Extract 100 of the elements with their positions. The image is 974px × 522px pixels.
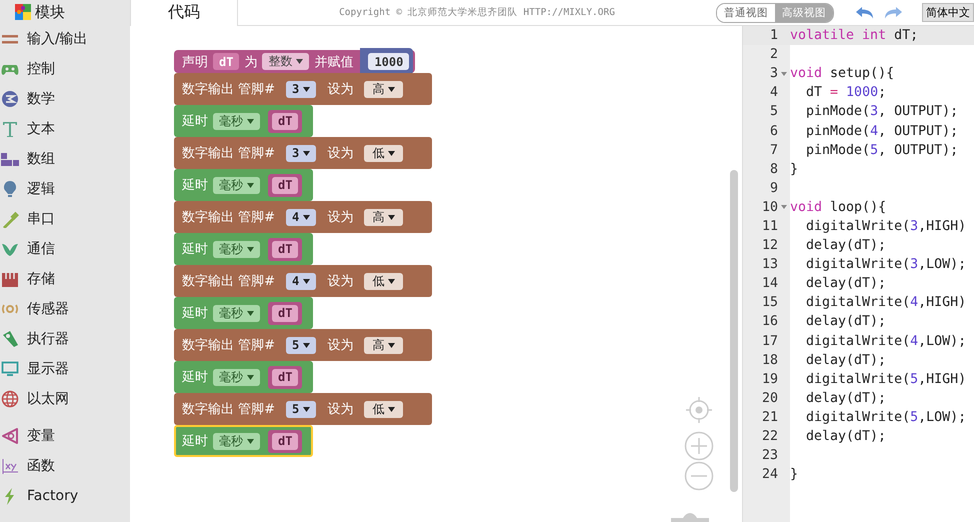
sidebar-item[interactable]: 显示器 — [0, 354, 130, 384]
unit-dropdown[interactable]: 毫秒 — [213, 432, 260, 450]
level-dropdown[interactable]: 高 — [364, 208, 404, 226]
block-label: 延时 — [182, 113, 208, 130]
dropdown-arrow-icon[interactable] — [247, 118, 254, 124]
sidebar-item[interactable]: 传感器 — [0, 294, 130, 324]
sidebar-item[interactable]: 文本 — [0, 114, 130, 144]
delay-block[interactable]: 延时 毫秒 dT — [174, 297, 313, 329]
variable-field[interactable]: dT — [272, 368, 298, 386]
sidebar-item[interactable]: Factory — [0, 481, 130, 511]
variable-field[interactable]: dT — [272, 176, 298, 194]
unit-dropdown[interactable]: 毫秒 — [213, 112, 260, 130]
dropdown-arrow-icon[interactable] — [303, 278, 310, 284]
code-line: dT = 1000; — [805, 85, 886, 100]
dropdown-arrow-icon[interactable] — [247, 246, 254, 252]
level-dropdown[interactable]: 低 — [364, 400, 404, 418]
sidebar-item[interactable]: 以太网 — [0, 384, 130, 414]
variable-block[interactable]: dT — [268, 238, 302, 260]
level-dropdown[interactable]: 高 — [364, 80, 404, 98]
delay-block[interactable]: 延时 毫秒 dT — [174, 105, 313, 137]
sidebar-item[interactable]: 逻辑 — [0, 174, 130, 204]
delay-block[interactable]: 延时 毫秒 dT — [174, 361, 313, 393]
variable-block[interactable]: dT — [268, 110, 302, 132]
variable-block[interactable]: dT — [268, 366, 302, 388]
block-label: 设为 — [327, 401, 354, 418]
sidebar-item[interactable]: 数学 — [0, 84, 130, 114]
block-label: 设为 — [327, 145, 354, 162]
dropdown-arrow-icon[interactable] — [296, 59, 304, 64]
digital-write-block[interactable]: 数字输出 管脚# 3 设为 低 — [174, 137, 432, 169]
code-line: delay(dT); — [805, 276, 886, 292]
pin-dropdown[interactable]: 5 — [286, 400, 316, 418]
digital-write-block[interactable]: 数字输出 管脚# 4 设为 高 — [174, 201, 432, 233]
type-dropdown[interactable]: 整数 — [262, 53, 310, 70]
sidebar-item[interactable]: 控制 — [0, 54, 130, 84]
dropdown-value: 毫秒 — [219, 304, 243, 322]
dropdown-arrow-icon[interactable] — [388, 278, 396, 284]
dropdown-arrow-icon[interactable] — [247, 182, 254, 188]
sidebar-item[interactable]: 存储 — [0, 264, 130, 294]
sidebar-item[interactable]: 变量 — [0, 421, 130, 451]
dropdown-arrow-icon[interactable] — [303, 150, 310, 156]
pin-dropdown[interactable]: 3 — [286, 80, 316, 98]
dropdown-value: 毫秒 — [219, 112, 243, 130]
fold-arrow-icon[interactable] — [781, 72, 787, 76]
delay-block[interactable]: 延时 毫秒 dT — [174, 233, 313, 265]
dropdown-arrow-icon[interactable] — [303, 214, 310, 220]
unit-dropdown[interactable]: 毫秒 — [213, 368, 260, 386]
sidebar-item[interactable]: 通信 — [0, 234, 130, 264]
code-line: delay(dT); — [805, 352, 886, 368]
dropdown-arrow-icon[interactable] — [388, 342, 396, 348]
value-block[interactable]: 1000 — [360, 48, 414, 75]
dropdown-arrow-icon[interactable] — [388, 214, 396, 220]
sidebar-item[interactable]: 函数 — [0, 451, 130, 481]
level-dropdown[interactable]: 高 — [364, 336, 404, 354]
code-line: pinMode(5, OUTPUT); — [805, 142, 958, 158]
variable-block[interactable]: dT — [268, 174, 302, 196]
unit-dropdown[interactable]: 毫秒 — [213, 304, 260, 322]
block-label: 设为 — [327, 273, 354, 290]
dropdown-arrow-icon[interactable] — [247, 374, 254, 380]
sidebar-title: 模块 — [35, 2, 65, 22]
unit-dropdown[interactable]: 毫秒 — [213, 176, 260, 194]
line-number: 5 — [768, 104, 778, 120]
dropdown-arrow-icon[interactable] — [303, 342, 310, 348]
code-tab[interactable]: 代码 — [130, 0, 238, 26]
variable-field[interactable]: dT — [272, 112, 298, 130]
digital-write-block[interactable]: 数字输出 管脚# 4 设为 低 — [174, 265, 432, 297]
code-line: delay(dT); — [805, 429, 886, 444]
pin-dropdown[interactable]: 4 — [286, 208, 316, 226]
sidebar-item[interactable]: 输入/输出 — [0, 24, 130, 54]
declare-block[interactable]: 声明 dT 为 整数 并赋值 1000 — [174, 50, 416, 73]
dropdown-arrow-icon[interactable] — [388, 406, 396, 412]
unit-dropdown[interactable]: 毫秒 — [213, 240, 260, 258]
digital-write-block[interactable]: 数字输出 管脚# 5 设为 低 — [174, 393, 432, 425]
sidebar-item[interactable]: 数组 — [0, 144, 130, 174]
dropdown-arrow-icon[interactable] — [303, 406, 310, 412]
variable-field[interactable]: dT — [272, 304, 298, 322]
variable-block[interactable]: dT — [268, 430, 302, 452]
sidebar-item[interactable]: 串口 — [0, 204, 130, 234]
pin-dropdown[interactable]: 4 — [286, 272, 316, 290]
code-line: digitalWrite(4,LOW); — [805, 334, 966, 349]
variable-block[interactable]: dT — [268, 302, 302, 324]
level-dropdown[interactable]: 低 — [364, 272, 404, 290]
fold-arrow-icon[interactable] — [781, 205, 787, 210]
number-field[interactable]: 1000 — [368, 53, 410, 70]
variable-field[interactable]: dT — [272, 240, 298, 258]
language-button[interactable]: 简体中文 — [922, 3, 974, 22]
delay-block[interactable]: 延时 毫秒 dT — [174, 169, 313, 201]
scrollbar[interactable] — [730, 170, 738, 492]
delay-block[interactable]: 延时 毫秒 dT — [174, 425, 313, 457]
digital-write-block[interactable]: 数字输出 管脚# 3 设为 高 — [174, 73, 432, 105]
dropdown-arrow-icon[interactable] — [388, 86, 396, 92]
sidebar-item[interactable]: 执行器 — [0, 324, 130, 354]
digital-write-block[interactable]: 数字输出 管脚# 5 设为 高 — [174, 329, 432, 361]
variable-field[interactable]: dT — [272, 432, 298, 450]
level-dropdown[interactable]: 低 — [364, 144, 404, 162]
dropdown-arrow-icon[interactable] — [247, 310, 254, 316]
pin-dropdown[interactable]: 5 — [286, 336, 316, 354]
pin-dropdown[interactable]: 3 — [286, 144, 316, 162]
dropdown-arrow-icon[interactable] — [388, 150, 396, 156]
dropdown-arrow-icon[interactable] — [247, 438, 254, 444]
dropdown-arrow-icon[interactable] — [303, 86, 310, 92]
